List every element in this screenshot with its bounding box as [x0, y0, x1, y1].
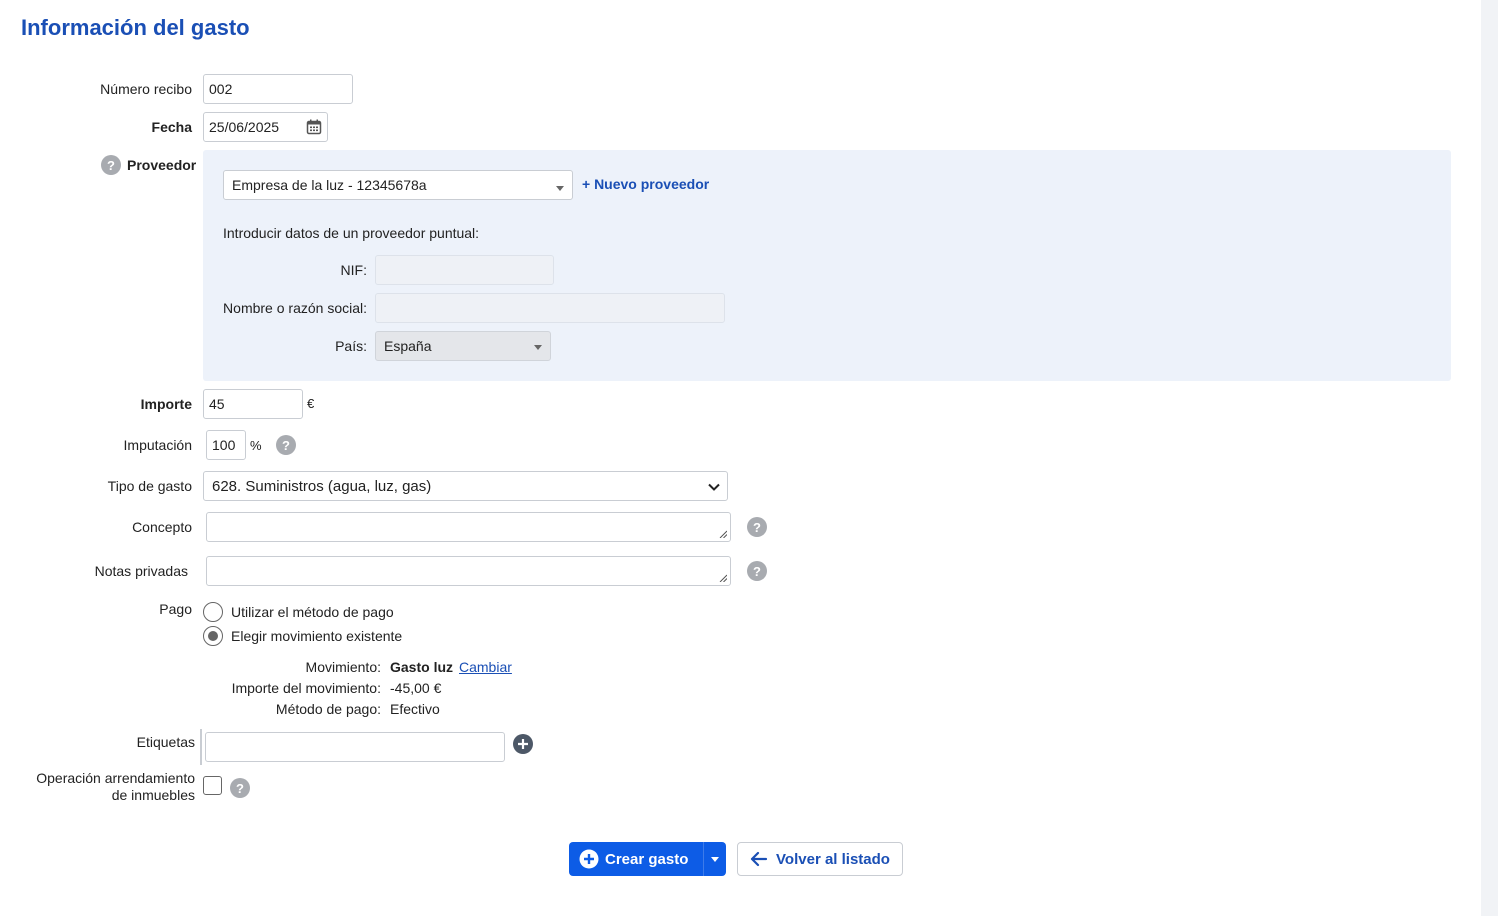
change-movement-link[interactable]: Cambiar — [459, 659, 512, 675]
caret-down-icon — [711, 856, 719, 862]
back-to-list-button[interactable]: Volver al listado — [737, 842, 903, 876]
date-value: 25/06/2025 — [209, 119, 280, 135]
expense-type-label: Tipo de gasto — [107, 478, 192, 494]
amount-value: 45 — [209, 396, 225, 412]
nif-label: NIF: — [340, 262, 367, 278]
receipt-input[interactable]: 002 — [203, 74, 353, 104]
date-label: Fecha — [151, 119, 192, 135]
payment-option-method[interactable]: Utilizar el método de pago — [231, 604, 394, 620]
imputation-input[interactable]: 100 — [206, 430, 246, 460]
country-label: País: — [335, 338, 367, 354]
lease-label-line1: Operación arrendamiento — [36, 770, 195, 786]
tags-divider — [200, 729, 202, 765]
payment-method-label: Método de pago: — [275, 701, 381, 717]
chevron-down-icon — [534, 345, 542, 350]
lease-label-line2: de inmuebles — [111, 787, 195, 803]
oneoff-provider-heading: Introducir datos de un proveedor puntual… — [223, 225, 480, 241]
resize-handle-icon[interactable] — [719, 530, 727, 538]
private-notes-textarea[interactable] — [206, 556, 731, 586]
new-provider-link[interactable]: + Nuevo proveedor — [582, 176, 709, 192]
private-notes-help-icon[interactable]: ? — [747, 561, 767, 581]
payment-option-existing[interactable]: Elegir movimiento existente — [231, 628, 402, 644]
provider-select[interactable]: Empresa de la luz - 12345678a — [223, 170, 573, 200]
existing-movement-radio[interactable] — [203, 626, 223, 646]
provider-label: Proveedor — [127, 157, 197, 173]
plus-circle-icon — [579, 849, 599, 869]
radio-selected-dot — [208, 631, 218, 641]
chevron-down-icon — [707, 480, 721, 497]
concept-label: Concepto — [132, 519, 192, 535]
movement-amount-value: -45,00 € — [390, 680, 442, 696]
expense-type-select[interactable]: 628. Suministros (agua, luz, gas) — [203, 471, 728, 501]
provider-selected-value: Empresa de la luz - 12345678a — [232, 177, 427, 193]
country-select[interactable]: España — [375, 331, 551, 361]
amount-input[interactable]: 45 — [203, 389, 303, 419]
movement-label: Movimiento: — [305, 659, 381, 675]
receipt-label: Número recibo — [100, 81, 192, 97]
company-name-label: Nombre o razón social: — [223, 300, 367, 316]
imputation-label: Imputación — [123, 437, 192, 453]
movement-amount-label: Importe del movimiento: — [231, 680, 381, 696]
private-notes-label: Notas privadas — [94, 563, 188, 579]
page-title: Información del gasto — [21, 15, 250, 40]
imputation-value: 100 — [212, 437, 236, 453]
date-input[interactable]: 25/06/2025 — [203, 112, 328, 142]
create-expense-button-group: Crear gasto — [569, 842, 726, 876]
imputation-help-icon[interactable]: ? — [276, 435, 296, 455]
country-value: España — [384, 338, 432, 354]
payment-method-radio[interactable] — [203, 602, 223, 622]
receipt-value: 002 — [209, 81, 233, 97]
tags-label: Etiquetas — [136, 734, 195, 750]
create-options-toggle[interactable] — [703, 842, 726, 876]
create-expense-label: Crear gasto — [605, 850, 689, 868]
concept-help-icon[interactable]: ? — [747, 517, 767, 537]
company-name-input[interactable] — [375, 293, 725, 323]
arrow-left-icon — [750, 851, 768, 867]
concept-textarea[interactable] — [206, 512, 731, 542]
payment-method-value: Efectivo — [390, 701, 440, 717]
amount-label: Importe — [140, 396, 192, 412]
tags-input[interactable] — [205, 732, 505, 762]
lease-help-icon[interactable]: ? — [230, 778, 250, 798]
nif-input[interactable] — [375, 255, 554, 285]
calendar-icon[interactable] — [306, 119, 322, 135]
movement-value: Gasto luz — [390, 659, 454, 675]
chevron-down-icon — [556, 186, 564, 191]
create-expense-button[interactable]: Crear gasto — [569, 842, 703, 876]
lease-operation-checkbox[interactable] — [203, 776, 222, 795]
currency-unit: € — [307, 396, 315, 411]
provider-help-icon[interactable]: ? — [101, 155, 121, 175]
payment-label: Pago — [159, 601, 192, 617]
lease-operation-label: Operación arrendamiento de inmuebles — [36, 770, 195, 804]
add-tag-icon[interactable] — [513, 734, 533, 754]
percent-unit: % — [250, 438, 262, 453]
back-to-list-label: Volver al listado — [776, 850, 890, 868]
resize-handle-icon[interactable] — [719, 574, 727, 582]
expense-type-value: 628. Suministros (agua, luz, gas) — [212, 477, 432, 495]
right-scroll-strip — [1481, 0, 1498, 916]
